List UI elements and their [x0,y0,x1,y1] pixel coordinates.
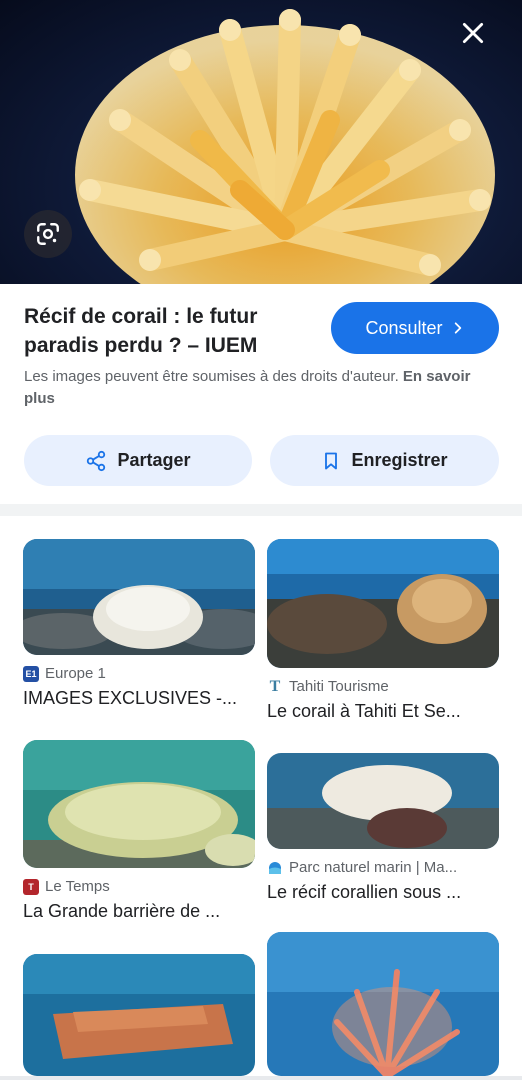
related-card[interactable]: E1 Europe 1 IMAGES EXCLUSIVES -... [23,539,255,709]
source-name: Tahiti Tourisme [289,678,389,695]
google-lens-button[interactable] [24,210,72,258]
related-thumbnail [23,740,255,868]
related-title: Le corail à Tahiti Et Se... [267,701,461,721]
coral-photo [75,9,495,284]
chevron-right-icon [454,322,461,334]
source-favicon: E1 [23,665,39,682]
related-thumbnail [23,954,255,1076]
copyright-text: Les images peuvent être soumises à des d… [24,368,399,385]
related-source: T Le Temps [23,878,255,895]
source-favicon [267,859,283,876]
related-card[interactable] [23,954,255,1076]
copyright-notice: Les images peuvent être soumises à des d… [24,366,500,410]
related-thumbnail [267,932,499,1076]
related-card[interactable] [267,932,499,1076]
source-name: Parc naturel marin | Ma... [289,859,458,876]
close-icon [462,22,484,44]
google-lens-icon [37,223,59,245]
related-card[interactable]: T Tahiti Tourisme Le corail à Tahiti Et … [267,539,499,722]
source-name: Le Temps [45,878,110,895]
related-card[interactable]: Parc naturel marin | Ma... Le récif cora… [267,753,499,903]
visit-button[interactable]: Consulter [331,302,499,354]
related-thumbnail [267,753,499,849]
bookmark-icon [325,452,338,469]
related-source: E1 Europe 1 [23,665,255,682]
source-name: Europe 1 [45,665,106,682]
related-source: T Tahiti Tourisme [267,678,499,695]
save-button[interactable]: Enregistrer [270,435,499,486]
related-thumbnail [267,539,499,668]
image-info-panel: Récif de corail : le futur paradis perdu… [0,284,522,504]
source-favicon: T [23,878,39,895]
scroll-edge [0,1076,522,1080]
visit-button-label: Consulter [365,317,443,338]
related-title: La Grande barrière de ... [23,901,221,921]
close-button[interactable] [454,14,492,52]
result-title[interactable]: Récif de corail : le futur paradis perdu… [24,302,314,360]
related-thumbnail [23,539,255,655]
source-favicon: T [267,678,283,695]
main-image[interactable] [0,0,522,284]
related-title: Le récif corallien sous ... [267,882,462,902]
related-title: IMAGES EXCLUSIVES -... [23,688,238,708]
share-icon [87,450,106,471]
related-source: Parc naturel marin | Ma... [267,859,499,876]
save-label: Enregistrer [351,450,448,470]
share-button[interactable]: Partager [24,435,252,486]
parc-marin-logo-icon [269,861,281,874]
related-card[interactable]: T Le Temps La Grande barrière de ... [23,740,255,922]
share-label: Partager [117,450,191,470]
section-divider [0,504,522,516]
